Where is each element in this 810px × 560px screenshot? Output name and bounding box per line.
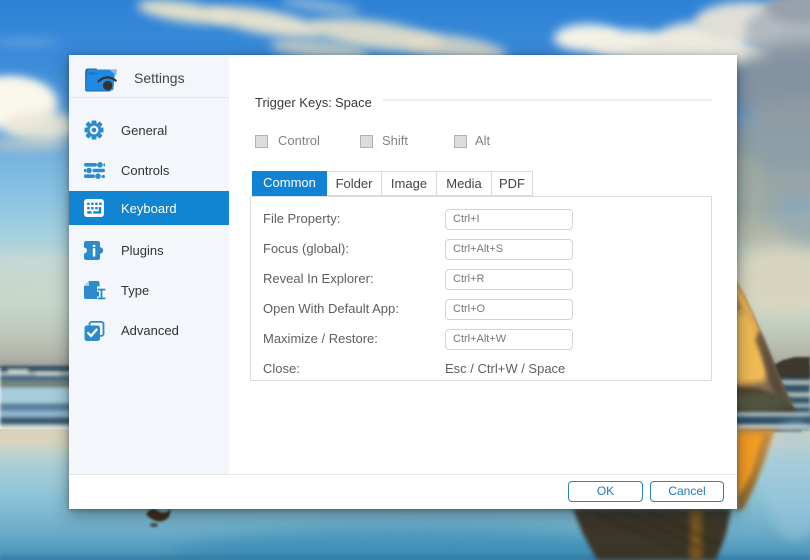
svg-text:Seer: Seer <box>89 72 98 76</box>
